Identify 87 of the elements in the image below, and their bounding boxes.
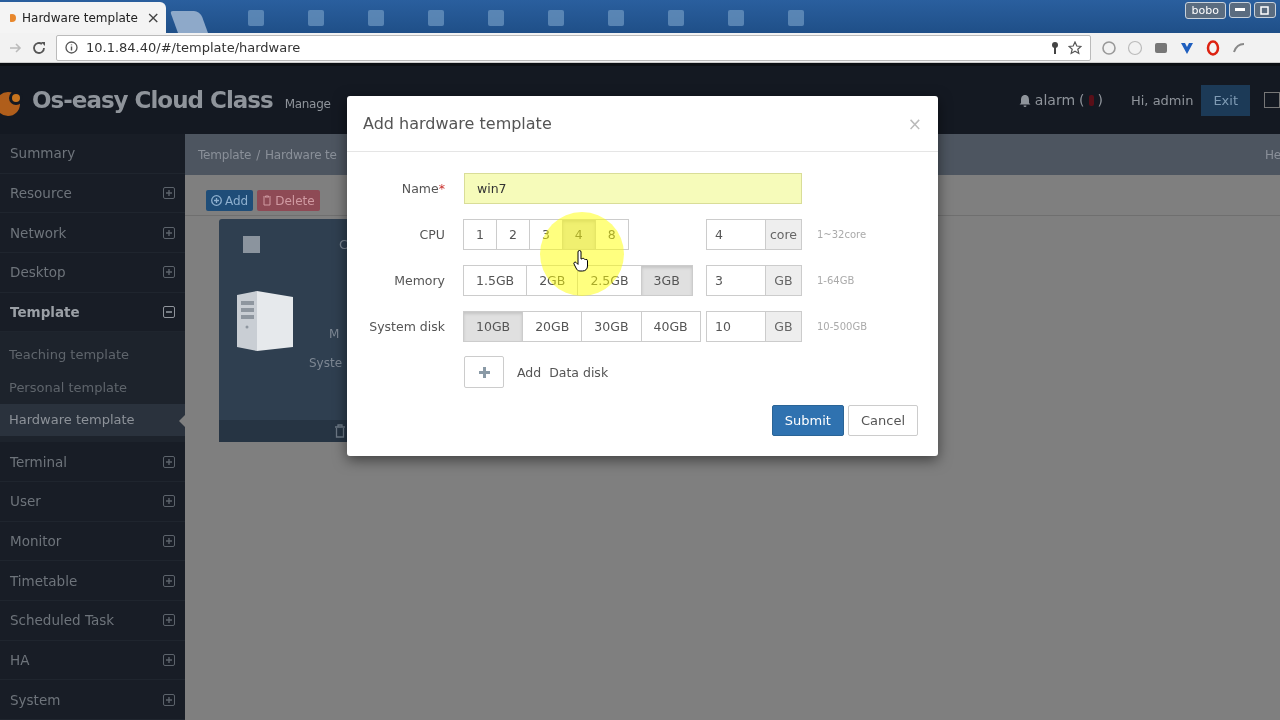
address-bar[interactable]: 10.1.84.40/#/template/hardware — [56, 34, 1091, 61]
card-text: M — [329, 327, 340, 341]
plus-icon — [477, 365, 491, 379]
breadcrumb-link[interactable]: Hardware te — [265, 147, 337, 162]
cancel-button[interactable]: Cancel — [847, 405, 918, 436]
number-field[interactable]: 3 — [706, 264, 766, 296]
expand-icon[interactable] — [163, 495, 175, 508]
bell-icon[interactable] — [1018, 93, 1031, 107]
field-label: Name* — [400, 180, 445, 196]
add-button[interactable]: Add — [206, 190, 254, 211]
exit-button[interactable]: Exit — [1201, 84, 1250, 116]
forward-icon[interactable] — [8, 40, 22, 55]
option-button[interactable]: 10GB — [463, 310, 524, 342]
minimize-button[interactable] — [1229, 2, 1251, 18]
new-tab-button[interactable] — [170, 11, 208, 33]
alarm-bracket: ( — [1079, 92, 1085, 108]
help-link[interactable]: He — [1265, 147, 1280, 162]
sidebar-subitem[interactable]: Teaching template — [0, 338, 185, 372]
breadcrumb-link[interactable]: Template — [198, 147, 252, 162]
name-field[interactable]: win7 — [464, 172, 802, 204]
range-hint: 10-500GB — [816, 320, 869, 332]
range-hint: 1~32core — [816, 228, 868, 240]
computer-icon — [235, 289, 295, 353]
expand-icon[interactable] — [163, 266, 175, 279]
browser-tab[interactable]: Hardware template × — [0, 2, 166, 33]
info-icon[interactable] — [65, 41, 78, 54]
greeting: Hi, admin — [1131, 92, 1194, 108]
sidebar-subitem[interactable]: Hardware template — [0, 403, 185, 437]
page-icon — [10, 11, 18, 24]
extension-icon[interactable] — [1205, 39, 1221, 56]
option-button[interactable]: 8 — [594, 218, 629, 250]
option-button[interactable]: 1 — [463, 218, 497, 250]
plus-circle-icon — [211, 195, 222, 206]
expand-icon[interactable] — [163, 226, 175, 239]
star-icon[interactable] — [1068, 40, 1082, 55]
sidebar-subitem[interactable]: Personal template — [0, 371, 185, 404]
expand-icon[interactable] — [163, 654, 175, 666]
minimize-icon — [1235, 8, 1245, 12]
alarm-bracket: ) — [1097, 92, 1103, 108]
trash-icon — [262, 195, 273, 206]
unit-label: core — [766, 218, 802, 250]
range-hint: 1-64GB — [816, 274, 856, 286]
expand-icon[interactable] — [163, 693, 175, 706]
alarm-link[interactable]: alarm — [1034, 92, 1076, 108]
expand-icon[interactable] — [163, 614, 175, 627]
add-disk-label: Add Data disk — [517, 364, 609, 380]
unit-label: GB — [766, 310, 802, 342]
option-button[interactable]: 30GB — [581, 310, 642, 342]
submit-button[interactable]: Submit — [771, 405, 844, 436]
hand-cursor-icon — [573, 250, 589, 272]
close-tab-button[interactable]: × — [146, 8, 160, 27]
option-button[interactable]: 3GB — [640, 264, 693, 296]
option-button[interactable]: 2 — [495, 218, 530, 250]
key-icon[interactable] — [1050, 40, 1060, 55]
unit-label: GB — [766, 264, 802, 296]
expand-icon[interactable] — [163, 534, 175, 547]
app-subtitle: Manage — [284, 97, 331, 111]
number-field[interactable]: 10 — [706, 310, 766, 342]
extension-icon[interactable] — [1101, 39, 1117, 56]
restore-icon — [1260, 5, 1270, 15]
delete-button[interactable]: Delete — [257, 190, 320, 211]
reload-icon[interactable] — [32, 40, 46, 55]
card-checkbox[interactable] — [243, 236, 260, 253]
field-label: System disk — [368, 318, 445, 334]
field-label: CPU — [418, 226, 445, 242]
alarm-count-icon — [1088, 94, 1094, 106]
trash-icon[interactable] — [334, 424, 346, 438]
option-button[interactable]: 1.5GB — [463, 264, 528, 296]
app-title: Os-easy Cloud Class — [32, 87, 273, 113]
field-label: Memory — [393, 272, 445, 288]
checkbox-icon[interactable] — [1264, 92, 1280, 108]
dialog-title: Add hardware template — [363, 114, 552, 133]
close-button[interactable]: × — [907, 113, 922, 134]
expand-icon[interactable] — [163, 455, 175, 468]
profile-name[interactable]: bobo — [1184, 2, 1226, 19]
breadcrumb-separator: / — [256, 147, 260, 162]
collapse-icon[interactable] — [163, 306, 175, 319]
restore-button[interactable] — [1254, 2, 1276, 18]
option-button[interactable]: 4 — [561, 218, 596, 250]
number-field[interactable]: 4 — [706, 218, 766, 250]
option-button[interactable]: 20GB — [522, 310, 583, 342]
option-button[interactable]: 40GB — [640, 310, 701, 342]
expand-icon[interactable] — [163, 187, 175, 200]
card-text: Syste — [309, 356, 343, 370]
add-disk-button[interactable] — [464, 356, 504, 388]
expand-icon[interactable] — [163, 574, 175, 587]
card-title: C — [339, 237, 349, 252]
